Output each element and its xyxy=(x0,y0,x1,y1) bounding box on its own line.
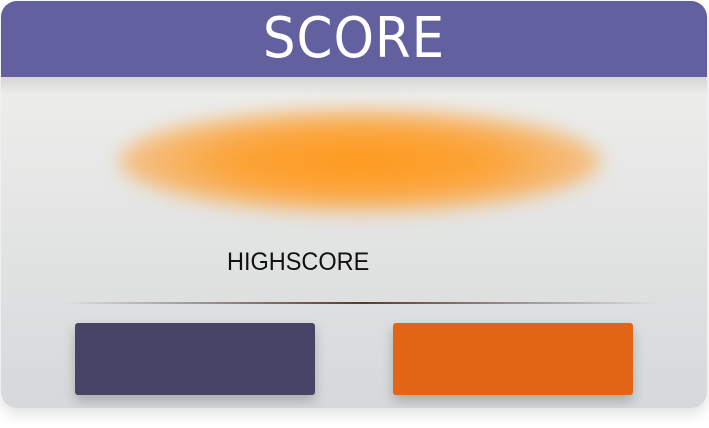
title-bar: SCORE xyxy=(1,1,707,77)
score-title: SCORE xyxy=(262,6,446,71)
title-bar-shadow xyxy=(1,77,707,95)
score-value-blurred xyxy=(119,109,601,213)
left-action-button[interactable] xyxy=(75,323,315,395)
divider xyxy=(63,302,659,304)
highscore-label: HIGHSCORE xyxy=(227,248,370,276)
right-action-button[interactable] xyxy=(393,323,633,395)
score-panel: SCORE HIGHSCORE xyxy=(1,1,707,408)
